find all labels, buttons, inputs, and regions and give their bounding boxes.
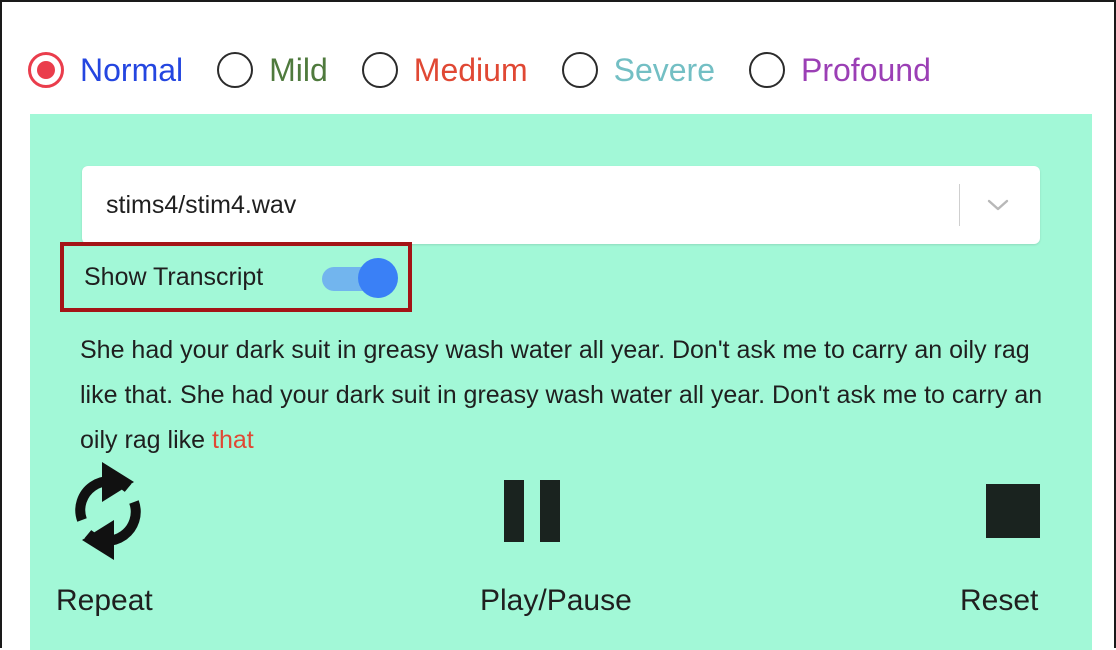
severity-radio-group: Normal Mild Medium Severe Profound [28, 46, 931, 94]
radio-label-normal: Normal [80, 52, 184, 88]
stimulus-file-select[interactable]: stims4/stim4.wav [82, 166, 1040, 244]
select-value: stims4/stim4.wav [106, 191, 297, 219]
chevron-down-icon[interactable] [986, 194, 1010, 216]
transcript-current-word: that [212, 426, 254, 454]
radio-label-mild: Mild [269, 52, 328, 88]
radio-option-normal[interactable]: Normal [28, 52, 183, 88]
pause-icon[interactable] [504, 480, 560, 542]
radio-label-profound: Profound [801, 52, 931, 88]
app-frame: Normal Mild Medium Severe Profound stims… [0, 0, 1116, 650]
transcript-text: She had your dark suit in greasy wash wa… [80, 328, 1060, 463]
show-transcript-group: Show Transcript [60, 242, 412, 312]
play-pause-label: Play/Pause [480, 584, 632, 617]
reset-label: Reset [960, 584, 1039, 617]
radio-option-profound[interactable]: Profound [749, 52, 931, 88]
radio-unchecked-icon[interactable] [361, 52, 398, 88]
toggle-knob[interactable] [358, 258, 398, 298]
radio-option-mild[interactable]: Mild [217, 52, 328, 88]
select-divider [959, 184, 960, 226]
radio-option-medium[interactable]: Medium [361, 52, 528, 88]
show-transcript-label: Show Transcript [84, 263, 264, 291]
radio-unchecked-icon[interactable] [561, 52, 598, 88]
show-transcript-toggle[interactable] [318, 258, 402, 298]
stop-icon[interactable] [986, 484, 1040, 538]
radio-checked-icon[interactable] [28, 52, 64, 88]
radio-option-severe[interactable]: Severe [561, 52, 715, 88]
radio-label-medium: Medium [413, 52, 528, 88]
radio-unchecked-icon[interactable] [217, 52, 254, 88]
repeat-label: Repeat [56, 584, 153, 617]
radio-unchecked-icon[interactable] [749, 52, 785, 88]
repeat-icon[interactable] [68, 462, 148, 560]
radio-label-severe: Severe [613, 52, 715, 88]
player-panel: stims4/stim4.wav Show Transcript She had… [30, 114, 1092, 650]
